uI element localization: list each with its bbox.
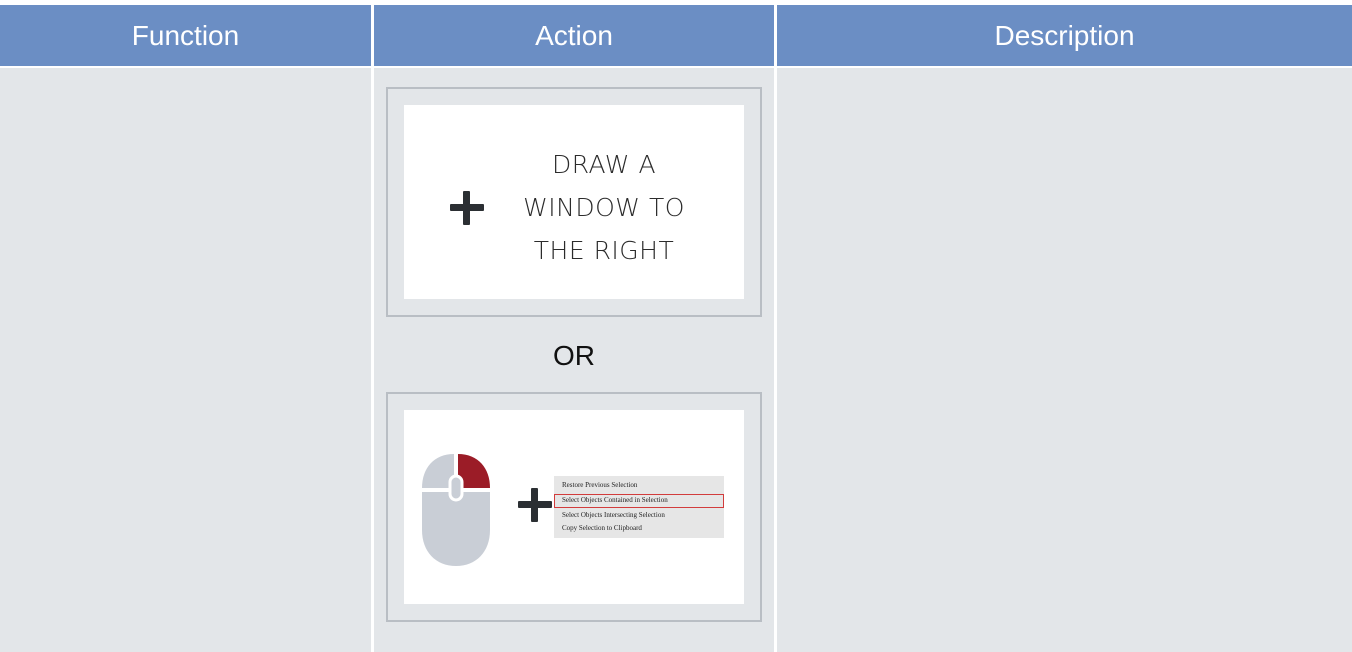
- header-description: Description: [777, 5, 1352, 66]
- draw-window-figure: DRAW A WINDOW TO THE RIGHT: [386, 87, 762, 317]
- function-cell: [0, 68, 371, 652]
- header-action: Action: [374, 5, 774, 66]
- right-click-menu-figure: Restore Previous Selection Select Object…: [386, 392, 762, 622]
- menu-item-restore-previous-selection: Restore Previous Selection: [562, 481, 638, 489]
- header-function: Function: [0, 5, 371, 66]
- menu-item-select-objects-contained: Select Objects Contained in Selection: [562, 496, 668, 504]
- plus-icon: [518, 488, 552, 522]
- context-menu: Restore Previous Selection Select Object…: [554, 476, 724, 538]
- draw-window-panel: DRAW A WINDOW TO THE RIGHT: [404, 105, 744, 299]
- draw-window-text: DRAW A WINDOW TO THE RIGHT: [523, 150, 685, 265]
- menu-item-select-objects-intersecting: Select Objects Intersecting Selection: [562, 511, 665, 519]
- or-separator: OR: [553, 340, 595, 371]
- menu-item-copy-selection: Copy Selection to Clipboard: [562, 524, 642, 532]
- function-table: Function Action Description DRAW A WINDO…: [0, 0, 1352, 652]
- description-cell: [777, 68, 1352, 652]
- plus-icon: [450, 191, 484, 225]
- mouse-right-click-icon: [422, 454, 490, 566]
- right-click-panel: Restore Previous Selection Select Object…: [404, 410, 744, 604]
